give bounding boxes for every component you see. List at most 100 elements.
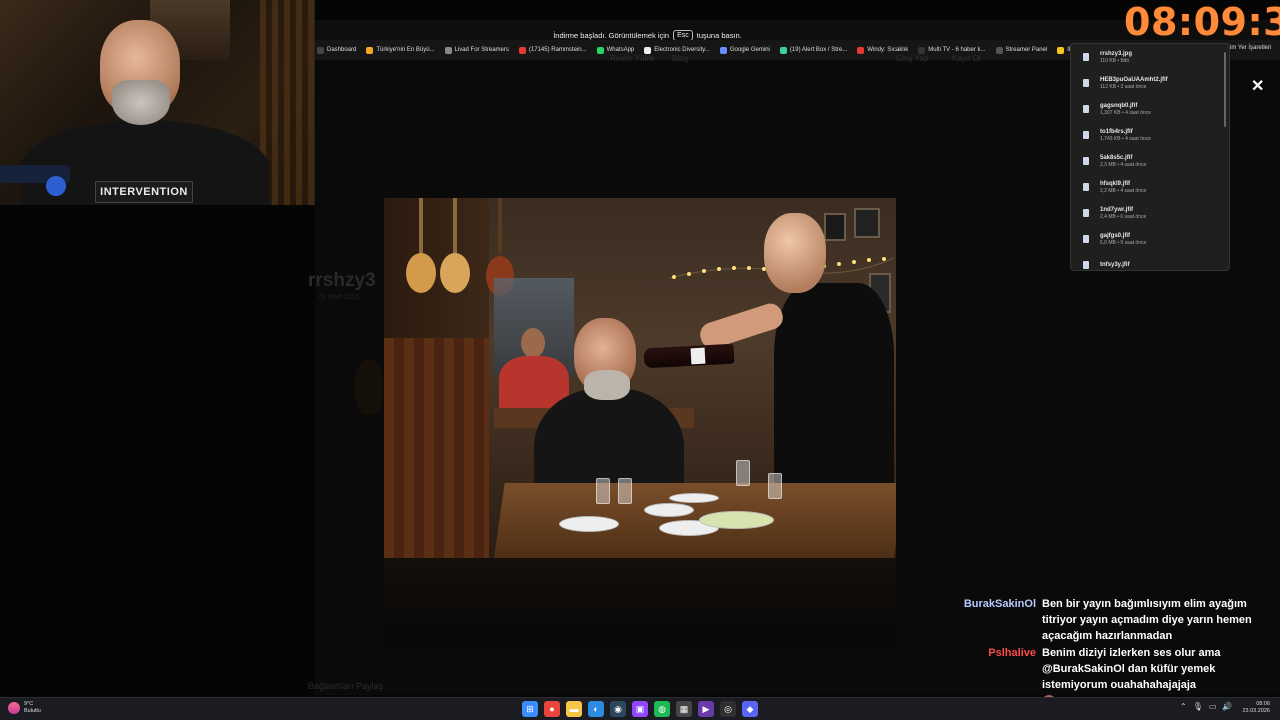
- bookmark-favicon-icon: [918, 46, 926, 54]
- download-filename: 5ak8s5c.jfif: [1100, 154, 1133, 161]
- bookmark-item[interactable]: Google Gemini: [719, 46, 770, 54]
- bookmark-item[interactable]: Streamer Panel: [995, 46, 1048, 54]
- download-item[interactable]: HEB3puOaUAAmht2.jfif 112 KB • 3 saat önce: [1071, 70, 1229, 96]
- nav-login[interactable]: Giriş Yap: [896, 54, 928, 63]
- nav-register[interactable]: Kayıt Ol: [952, 54, 980, 63]
- volume-icon[interactable]: 🔊: [1222, 702, 1232, 711]
- bookmark-favicon-icon: [1057, 46, 1065, 54]
- download-meta: 110 KB • Bitti: [1100, 57, 1129, 64]
- mic-icon[interactable]: 🎙: [1193, 702, 1203, 711]
- download-item[interactable]: hfsqkl9.jfif 2,2 MB • 4 saat önce: [1071, 174, 1229, 200]
- bookmark-item[interactable]: (19) Alert Box / Stre...: [779, 46, 848, 54]
- lightbox-image[interactable]: [384, 198, 896, 558]
- bookmark-label: Electronic Diversity...: [654, 47, 710, 53]
- bookmark-item[interactable]: (17145) Rammstein...: [518, 46, 587, 54]
- bookmark-favicon-icon: [596, 46, 604, 54]
- streamer-beard: [112, 80, 170, 125]
- bookmark-item[interactable]: Livad For Streamers: [444, 46, 509, 54]
- download-filename: HEB3puOaUAAmht2.jfif: [1100, 76, 1168, 83]
- chat-username[interactable]: Pslhalive: [960, 645, 1036, 693]
- tray-date: 23.03.2026: [1242, 708, 1270, 714]
- bookmark-favicon-icon: [518, 46, 526, 54]
- edge-icon[interactable]: ◐: [588, 701, 604, 717]
- plate: [559, 516, 619, 532]
- file-icon: [1083, 209, 1089, 217]
- start-icon[interactable]: ⊞: [522, 701, 538, 717]
- bookmark-item[interactable]: Multi TV - 6 haber k...: [918, 46, 986, 54]
- bookmark-favicon-icon: [719, 46, 727, 54]
- tray-time: 08:06: [1256, 701, 1270, 707]
- bookmark-favicon-icon: [317, 46, 324, 54]
- weather-widget[interactable]: 9°C Bulutlu: [8, 701, 41, 715]
- webcam-overlay: INTERVENTION: [0, 0, 315, 205]
- bookmark-favicon-icon: [779, 46, 787, 54]
- twitch-icon[interactable]: ▣: [632, 701, 648, 717]
- weather-desc: Bulutlu: [24, 708, 41, 714]
- bookmark-item[interactable]: Dashboard: [317, 46, 356, 54]
- nav-upload[interactable]: Resim Yükle: [610, 54, 655, 63]
- bookmark-label: Türkiye'nin En Büyü...: [376, 47, 435, 53]
- close-lightbox-icon[interactable]: ✕: [1251, 76, 1264, 96]
- nav-blog[interactable]: Blog: [672, 54, 688, 63]
- file-icon: [1083, 79, 1089, 87]
- raki-glass: [596, 478, 610, 504]
- chat-text: Benim diziyi izlerken ses olur ama @Bura…: [1042, 647, 1221, 691]
- bookmark-favicon-icon: [644, 46, 652, 54]
- raki-glass: [768, 473, 782, 499]
- download-item[interactable]: tnfsy3y.jfif: [1071, 252, 1229, 270]
- chrome-icon[interactable]: ●: [544, 701, 560, 717]
- download-item[interactable]: to1fb4rs.jfif 1,743 KB • 4 saat önce: [1071, 122, 1229, 148]
- download-item[interactable]: gajfgs0.jfif 6,0 MB • 9 saat önce: [1071, 226, 1229, 252]
- download-meta: 2,2 MB • 4 saat önce: [1100, 187, 1147, 194]
- download-filename: rrshzy3.jpg: [1100, 50, 1133, 57]
- chevron-up-icon[interactable]: ⌃: [1180, 702, 1187, 711]
- shirt-logo: INTERVENTION: [95, 181, 193, 203]
- file-icon: [1083, 261, 1089, 269]
- download-meta: 1,743 KB • 4 saat önce: [1100, 135, 1151, 142]
- chat-username[interactable]: BurakSakinOl: [960, 596, 1036, 644]
- file-icon: [1083, 105, 1089, 113]
- bookmark-item[interactable]: WhatsApp: [596, 46, 635, 54]
- share-links-button[interactable]: Bağlantıları Paylaş: [308, 681, 383, 691]
- file-icon: [1083, 131, 1089, 139]
- bookmark-label: Streamer Panel: [1005, 47, 1048, 53]
- download-meta: 2,3 MB • 4 saat önce: [1100, 161, 1147, 168]
- image-date: 23 Mart 2026: [318, 294, 360, 301]
- bookmark-item[interactable]: Electronic Diversity...: [644, 46, 710, 54]
- steam-icon[interactable]: ◉: [610, 701, 626, 717]
- bookmark-label: Multi TV - 6 haber k...: [928, 47, 986, 53]
- download-filename: gajfgs0.jfif: [1100, 232, 1131, 239]
- tray-clock[interactable]: 08:06 23.03.2026: [1238, 701, 1270, 715]
- bookmark-label: WhatsApp: [606, 47, 635, 53]
- bookmark-label: (19) Alert Box / Stre...: [789, 47, 848, 53]
- download-item[interactable]: rrshzy3.jpg 110 KB • Bitti: [1071, 44, 1229, 70]
- image-title: rrshzy3: [308, 270, 376, 291]
- photo-wood-panel: [384, 338, 489, 558]
- download-item[interactable]: gagsnqb0.jfif 1,307 KB • 4 saat önce: [1071, 96, 1229, 122]
- toast-suffix: tuşuna basın.: [696, 30, 742, 40]
- bottle-label: [690, 347, 706, 365]
- bookmark-item[interactable]: Türkiye'nin En Büyü...: [366, 46, 435, 54]
- network-icon[interactable]: ▭: [1209, 702, 1217, 711]
- bookmark-favicon-icon: [857, 46, 865, 54]
- obs-icon[interactable]: ◎: [720, 701, 736, 717]
- raki-glass: [736, 460, 750, 486]
- download-item[interactable]: 1nd7ywr.jfif 2,4 MB • 6 saat önce: [1071, 200, 1229, 226]
- downloads-panel: rrshzy3.jpg 110 KB • Bitti HEB3puOaUAAmht2…: [1070, 43, 1230, 271]
- media-icon[interactable]: ▶: [698, 701, 714, 717]
- taskbar: 9°C Bulutlu ⊞ ● ▬ ◐ ◉ ▣ ◍ ▦ ▶ ◎ ◆ ⌃ 🎙 ▭ 🔊 08:06 23…: [0, 697, 1280, 720]
- chat-text: Ben bir yayın bağımlısıyım elim ayağım t…: [1042, 598, 1252, 642]
- bookmark-label: (17145) Rammstein...: [528, 47, 587, 53]
- file-icon: [1083, 53, 1089, 61]
- bookmark-favicon-icon: [995, 46, 1003, 54]
- chat-message: BurakSakinOl Ben bir yayın bağımlısıyım e…: [960, 596, 1275, 644]
- discord-icon[interactable]: ◆: [742, 701, 758, 717]
- calculator-icon[interactable]: ▦: [676, 701, 692, 717]
- download-item[interactable]: 5ak8s5c.jfif 2,3 MB • 4 saat önce: [1071, 148, 1229, 174]
- taskbar-apps: ⊞ ● ▬ ◐ ◉ ▣ ◍ ▦ ▶ ◎ ◆: [522, 701, 758, 717]
- file-explorer-icon[interactable]: ▬: [566, 701, 582, 717]
- spotify-icon[interactable]: ◍: [654, 701, 670, 717]
- bookmark-item[interactable]: Windy: Sıcaklık: [857, 46, 908, 54]
- all-bookmarks-link[interactable]: üm Yer İşaretleri: [1228, 45, 1271, 51]
- file-icon: [1083, 235, 1089, 243]
